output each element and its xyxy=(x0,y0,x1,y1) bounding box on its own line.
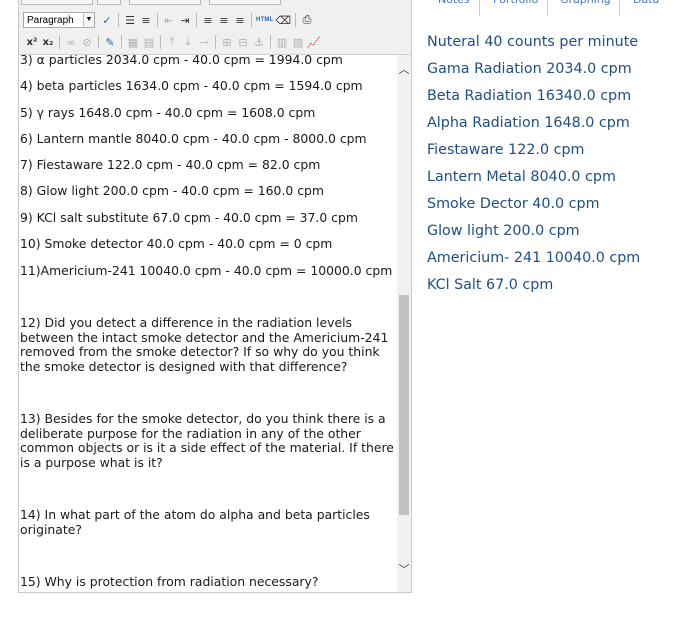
html-source-button[interactable]: HTML xyxy=(256,12,273,28)
rich-text-editor: Paragraph ▼ ✓ ☰ ≡ ⇤ ⇥ ≡ ≡ ≡ HTML ⌫ ⎙ x² … xyxy=(18,0,412,593)
toolbar-top-strip xyxy=(19,0,411,5)
tab-data[interactable]: Data xyxy=(633,0,659,9)
chevron-down-icon[interactable]: ﹀ xyxy=(397,563,411,577)
notebook-tabs: Notes Portfolio Graphing Data xyxy=(427,0,697,16)
row-delete-icon[interactable]: ⤓ xyxy=(181,34,195,50)
note-item: KCl Salt 67.0 cpm xyxy=(427,277,554,293)
toolbar-separator xyxy=(59,35,60,49)
col-insert-icon[interactable]: ⇾ xyxy=(197,34,211,50)
note-item: Fiestaware 122.0 cpm xyxy=(427,142,585,158)
toolbar-separator xyxy=(160,35,161,49)
table-icon[interactable]: ▦ xyxy=(126,34,140,50)
eraser-icon[interactable]: ⌫ xyxy=(275,12,291,28)
outdent-icon[interactable]: ⇤ xyxy=(162,12,176,28)
question-paragraph: 13) Besides for the smoke detector, do y… xyxy=(20,411,394,470)
print-icon[interactable]: ⎙ xyxy=(300,12,314,28)
note-item: Americium- 241 10040.0 cpm xyxy=(427,250,641,266)
answer-line: 7) Fiestaware 122.0 cpm - 40.0 cpm = 82.… xyxy=(20,157,321,172)
toolbar-row-1: Paragraph ▼ ✓ ☰ ≡ ⇤ ⇥ ≡ ≡ ≡ HTML ⌫ ⎙ xyxy=(21,9,315,31)
chevron-up-icon[interactable]: ︿ xyxy=(397,63,411,77)
answer-line: 3) α particles 2034.0 cpm - 40.0 cpm = 1… xyxy=(20,55,343,67)
tab-graphing[interactable]: Graphing xyxy=(560,0,611,9)
format-select-value: Paragraph xyxy=(27,15,74,26)
note-item: Smoke Dector 40.0 cpm xyxy=(427,196,600,212)
answer-line: 8) Glow light 200.0 cpm - 40.0 cpm = 160… xyxy=(20,183,324,198)
bullet-list-icon[interactable]: ☰ xyxy=(123,12,137,28)
note-item: Nuteral 40 counts per minute xyxy=(427,34,639,50)
link-icon[interactable]: ∞ xyxy=(64,34,78,50)
toolbar-separator xyxy=(98,35,99,49)
toolbar-separator xyxy=(215,35,216,49)
toolbar-separator xyxy=(270,35,271,49)
tab-separator xyxy=(547,0,548,16)
answer-line: 11)Americium-241 10040.0 cpm - 40.0 cpm … xyxy=(20,263,393,278)
unlink-icon[interactable]: ⊘ xyxy=(80,34,94,50)
tab-notes[interactable]: Notes xyxy=(438,0,470,9)
cell-merge-icon[interactable]: ⊟ xyxy=(236,34,250,50)
tab-portfolio[interactable]: Portfolio xyxy=(493,0,538,9)
subscript-button[interactable]: x₂ xyxy=(41,34,55,50)
answer-line: 5) γ rays 1648.0 cpm - 40.0 cpm = 1608.0… xyxy=(20,105,316,120)
tab-separator xyxy=(619,0,620,16)
chevron-down-icon: ▼ xyxy=(83,13,94,27)
indent-icon[interactable]: ⇥ xyxy=(178,12,192,28)
note-item: Lantern Metal 8040.0 cpm xyxy=(427,169,616,185)
toolbar-separator xyxy=(118,13,119,27)
answer-line: 6) Lantern mantle 8040.0 cpm - 40.0 cpm … xyxy=(20,131,367,146)
chart-icon[interactable]: 📈 xyxy=(307,34,321,50)
answer-line: 10) Smoke detector 40.0 cpm - 40.0 cpm =… xyxy=(20,236,333,251)
question-paragraph: 14) In what part of the atom do alpha an… xyxy=(20,507,370,537)
editor-content[interactable]: 3) α particles 2034.0 cpm - 40.0 cpm = 1… xyxy=(19,55,397,592)
anchor-icon[interactable]: ⚓ xyxy=(252,34,266,50)
table-props-icon[interactable]: ▤ xyxy=(142,34,156,50)
note-item: Gama Radiation 2034.0 cpm xyxy=(427,61,632,77)
align-center-icon[interactable]: ≡ xyxy=(217,12,231,28)
tab-separator xyxy=(479,0,480,16)
format-select[interactable]: Paragraph ▼ xyxy=(23,12,95,28)
toolbar-separator xyxy=(251,13,252,27)
spellcheck-icon[interactable]: ✓ xyxy=(100,12,114,28)
superscript-button[interactable]: x² xyxy=(25,34,39,50)
question-paragraph: 12) Did you detect a difference in the r… xyxy=(20,315,389,374)
toolbar-separator xyxy=(157,13,158,27)
align-right-icon[interactable]: ≡ xyxy=(233,12,247,28)
cell-split-icon[interactable]: ⊞ xyxy=(220,34,234,50)
toolbar-separator xyxy=(196,13,197,27)
grid-icon[interactable]: ▥ xyxy=(275,34,289,50)
question-paragraph: 15) Why is protection from radiation nec… xyxy=(20,574,319,589)
note-item: Beta Radiation 16340.0 cpm xyxy=(427,88,632,104)
editor-scrollbar[interactable]: ︿ ﹀ xyxy=(397,55,411,592)
answer-line: 9) KCl salt substitute 67.0 cpm - 40.0 c… xyxy=(20,210,358,225)
editor-toolbar: Paragraph ▼ ✓ ☰ ≡ ⇤ ⇥ ≡ ≡ ≡ HTML ⌫ ⎙ x² … xyxy=(19,0,411,55)
align-left-icon[interactable]: ≡ xyxy=(201,12,215,28)
answer-line: 4) beta particles 1634.0 cpm - 40.0 cpm … xyxy=(20,78,363,93)
scrollbar-thumb[interactable] xyxy=(399,295,409,515)
row-insert-icon[interactable]: ⤒ xyxy=(165,34,179,50)
toolbar-row-2: x² x₂ ∞ ⊘ ✎ ▦ ▤ ⤒ ⤓ ⇾ ⊞ ⊟ ⚓ ▥ ▧ 📈 xyxy=(21,31,322,53)
toolbar-separator xyxy=(121,35,122,49)
note-item: Glow light 200.0 cpm xyxy=(427,223,580,239)
note-item: Alpha Radiation 1648.0 cpm xyxy=(427,115,630,131)
toolbar-separator xyxy=(295,13,297,27)
grid-lines-icon[interactable]: ▧ xyxy=(291,34,305,50)
numbered-list-icon[interactable]: ≡ xyxy=(139,12,153,28)
edit-icon[interactable]: ✎ xyxy=(103,34,117,50)
